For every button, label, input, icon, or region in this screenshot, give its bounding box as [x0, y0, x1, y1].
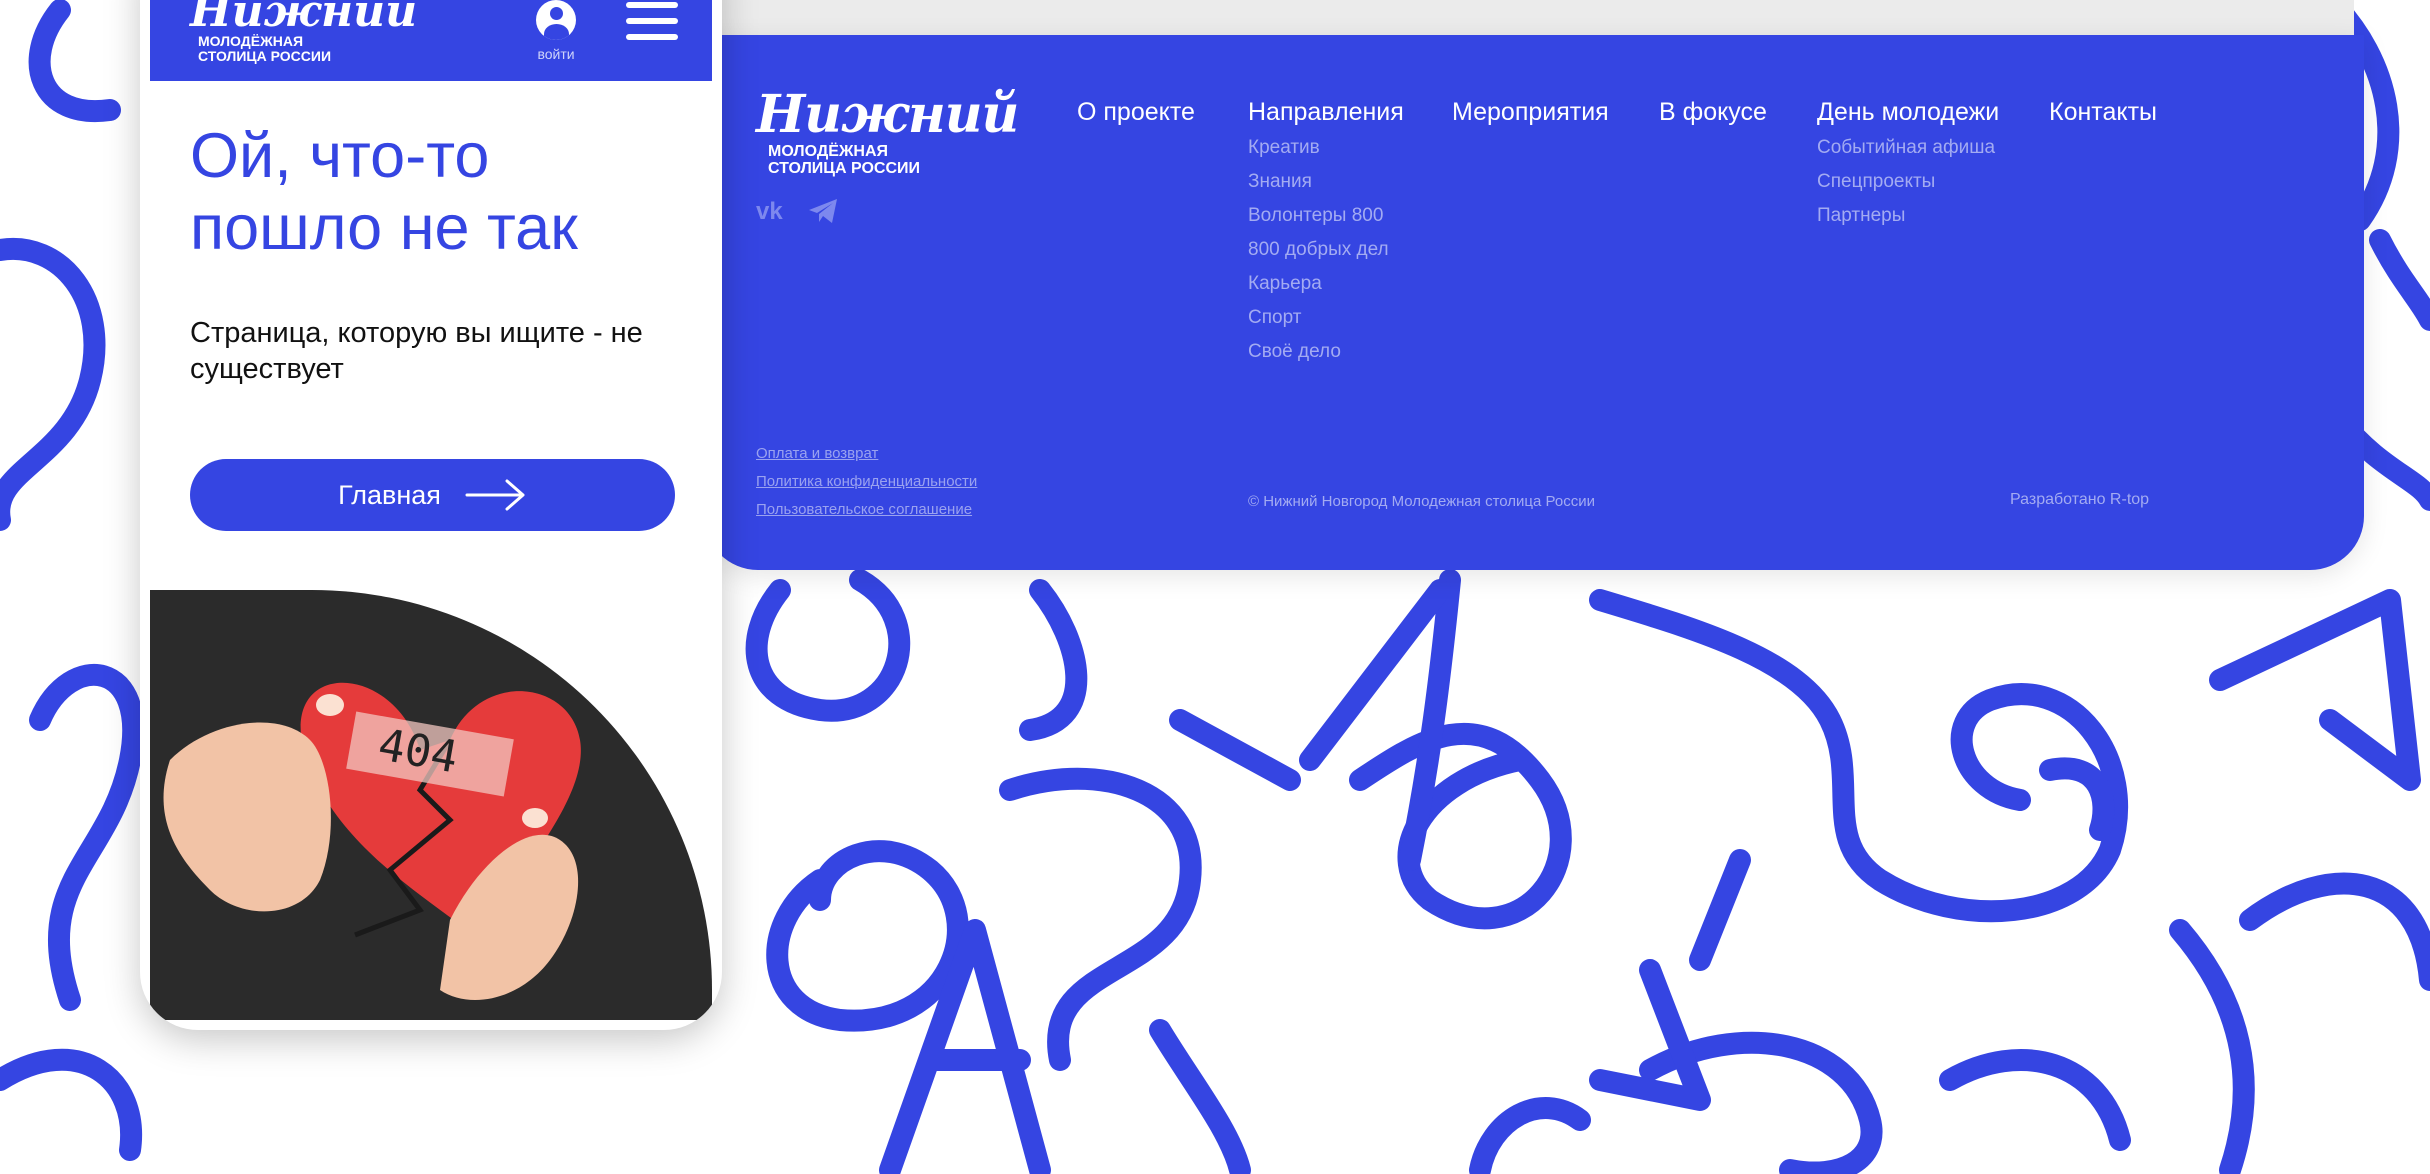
mobile-header: Нижний Молодёжная столица России войти [150, 0, 712, 81]
social-links: vk [756, 197, 839, 231]
nav-link-creative[interactable]: Креатив [1248, 131, 1404, 165]
legal-links: Оплата и возврат Политика конфиденциальн… [756, 440, 977, 524]
error-message: Страница, которую вы ищите - не существу… [190, 317, 643, 385]
mobile-logo-subtitle-line2: столица России [198, 48, 332, 64]
nav-link-knowledge[interactable]: Знания [1248, 165, 1404, 199]
nav-heading-focus[interactable]: В фокусе [1659, 97, 1767, 127]
payment-refund-link[interactable]: Оплата и возврат [756, 440, 977, 468]
arrow-right-icon [465, 479, 525, 511]
nav-link-sport[interactable]: Спорт [1248, 301, 1404, 335]
footer-nav-contacts[interactable]: Контакты [2049, 97, 2157, 127]
nav-link-career[interactable]: Карьера [1248, 267, 1404, 301]
page-top-strip [704, 0, 2354, 36]
nav-link-volunteers[interactable]: Волонтеры 800 [1248, 199, 1404, 233]
nav-link-special-projects[interactable]: Спецпроекты [1817, 165, 1999, 199]
nav-heading-directions[interactable]: Направления [1248, 97, 1404, 127]
nav-heading-youth-day[interactable]: День молодежи [1817, 97, 1999, 127]
mobile-404-mockup: Нижний Молодёжная столица России войти О… [140, 0, 722, 1030]
user-icon [536, 0, 576, 40]
vk-icon[interactable]: vk [756, 197, 783, 231]
home-button-label: Главная [338, 479, 441, 510]
developer-credit[interactable]: Разработано R-top [2010, 491, 2149, 509]
mobile-logo-script: Нижний [190, 0, 418, 37]
nav-heading-about[interactable]: О проекте [1077, 97, 1195, 127]
footer-nav-about[interactable]: О проекте [1077, 97, 1195, 127]
copyright-text: © Нижний Новгород Молодежная столица Рос… [1248, 493, 1595, 510]
home-button[interactable]: Главная [190, 459, 675, 531]
menu-icon[interactable] [626, 2, 678, 42]
site-footer: Нижний Молодёжная столица России vk О пр… [704, 35, 2364, 570]
nav-link-own-business[interactable]: Своё дело [1248, 335, 1404, 369]
footer-nav-directions: Направления Креатив Знания Волонтеры 800… [1248, 97, 1404, 369]
privacy-policy-link[interactable]: Политика конфиденциальности [756, 468, 977, 496]
login-button[interactable]: войти [526, 0, 586, 62]
footer-nav-focus[interactable]: В фокусе [1659, 97, 1767, 127]
logo-subtitle-line1: Молодёжная [768, 143, 889, 160]
user-agreement-link[interactable]: Пользовательское соглашение [756, 496, 977, 524]
footer-nav-youth-day: День молодежи Событийная афиша Спецпроек… [1817, 97, 1999, 233]
telegram-icon[interactable] [807, 197, 839, 231]
broken-heart-404-image: 404 [150, 590, 712, 1020]
mobile-logo[interactable]: Нижний Молодёжная столица России [190, 0, 417, 64]
nav-link-good-deeds[interactable]: 800 добрых дел [1248, 233, 1404, 267]
nav-heading-contacts[interactable]: Контакты [2049, 97, 2157, 127]
nav-link-event-poster[interactable]: Событийная афиша [1817, 131, 1999, 165]
nav-heading-events[interactable]: Мероприятия [1452, 97, 1609, 127]
logo-script-text: Нижний [756, 84, 1019, 145]
logo-subtitle-line2: столица России [768, 160, 921, 177]
footer-logo[interactable]: Нижний Молодёжная столица России [756, 84, 1019, 178]
login-label: войти [537, 46, 575, 62]
footer-nav-events[interactable]: Мероприятия [1452, 97, 1609, 127]
nav-link-partners[interactable]: Партнеры [1817, 199, 1999, 233]
error-title: Ой, что-то пошло не так [190, 121, 578, 263]
